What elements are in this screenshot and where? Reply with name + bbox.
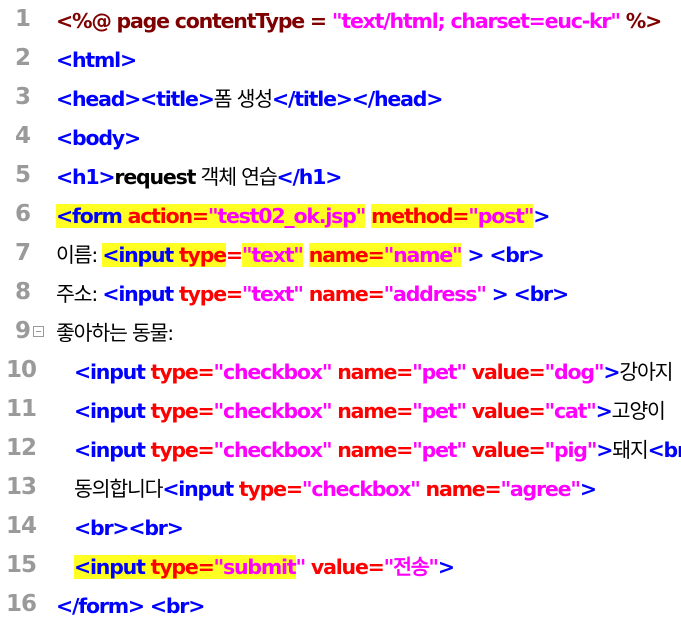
line-number: 1: [14, 6, 31, 32]
code-line-1[interactable]: 1 <%@ page contentType = "text/html; cha…: [0, 2, 681, 41]
code-text: <head><title>폼 생성</title></head>: [56, 87, 443, 111]
code-text: 이름: <input type="text" name="name" > <br…: [56, 243, 545, 267]
line-number: 3: [14, 84, 31, 110]
code-text: <input type="checkbox" name="pet" value=…: [74, 360, 673, 384]
line-number: 5: [14, 162, 31, 188]
line-number: 15: [6, 552, 37, 578]
code-line-15[interactable]: 15 <input type="submit" value="전송">: [0, 548, 681, 587]
code-text: 주소: <input type="text" name="address" > …: [56, 282, 569, 306]
code-text: </form> <br>: [56, 594, 205, 618]
code-line-13[interactable]: 13 동의합니다<input type="checkbox" name="agr…: [0, 470, 681, 509]
line-number: 10: [6, 357, 37, 383]
line-number: 4: [14, 123, 31, 149]
line-number: 14: [6, 513, 37, 539]
code-line-14[interactable]: 14 <br><br>: [0, 509, 681, 548]
code-editor[interactable]: 1 <%@ page contentType = "text/html; cha…: [0, 0, 681, 627]
code-line-9[interactable]: 9 좋아하는 동물:: [0, 314, 681, 353]
line-number: 7: [14, 240, 31, 266]
code-line-8[interactable]: 8 주소: <input type="text" name="address" …: [0, 275, 681, 314]
code-line-4[interactable]: 4 <body>: [0, 119, 681, 158]
line-number: 2: [14, 45, 31, 71]
code-text: <%@ page contentType = "text/html; chars…: [56, 9, 662, 33]
code-text: 좋아하는 동물:: [56, 321, 174, 345]
line-number: 6: [14, 201, 31, 227]
code-line-3[interactable]: 3 <head><title>폼 생성</title></head>: [0, 80, 681, 119]
code-line-12[interactable]: 12 <input type="checkbox" name="pet" val…: [0, 431, 681, 470]
line-number: 11: [6, 396, 37, 422]
code-text: <body>: [56, 126, 141, 150]
code-line-10[interactable]: 10 <input type="checkbox" name="pet" val…: [0, 353, 681, 392]
code-line-11[interactable]: 11 <input type="checkbox" name="pet" val…: [0, 392, 681, 431]
code-text: <br><br>: [74, 516, 184, 540]
line-number: 16: [6, 591, 37, 617]
code-text: <form action="test02_ok.jsp" method="pos…: [56, 204, 550, 228]
code-text: <input type="checkbox" name="pet" value=…: [74, 399, 666, 423]
line-number: 8: [14, 279, 31, 305]
code-line-5[interactable]: 5 <h1>request 객체 연습</h1>: [0, 158, 681, 197]
code-text: <h1>request 객체 연습</h1>: [56, 165, 342, 189]
code-line-2[interactable]: 2 <html>: [0, 41, 681, 80]
code-line-6[interactable]: 6 <form action="test02_ok.jsp" method="p…: [0, 197, 681, 236]
fold-collapse-icon[interactable]: [33, 326, 44, 337]
line-number: 9: [14, 318, 31, 344]
line-number: 13: [6, 474, 37, 500]
line-number: 12: [6, 435, 37, 461]
code-line-16[interactable]: 16 </form> <br>: [0, 587, 681, 626]
code-text: 동의합니다<input type="checkbox" name="agree"…: [74, 477, 597, 501]
code-text: <html>: [56, 48, 137, 72]
code-text: <input type="submit" value="전송">: [74, 555, 455, 579]
code-text: <input type="checkbox" name="pet" value=…: [74, 438, 681, 462]
code-line-7[interactable]: 7 이름: <input type="text" name="name" > <…: [0, 236, 681, 275]
